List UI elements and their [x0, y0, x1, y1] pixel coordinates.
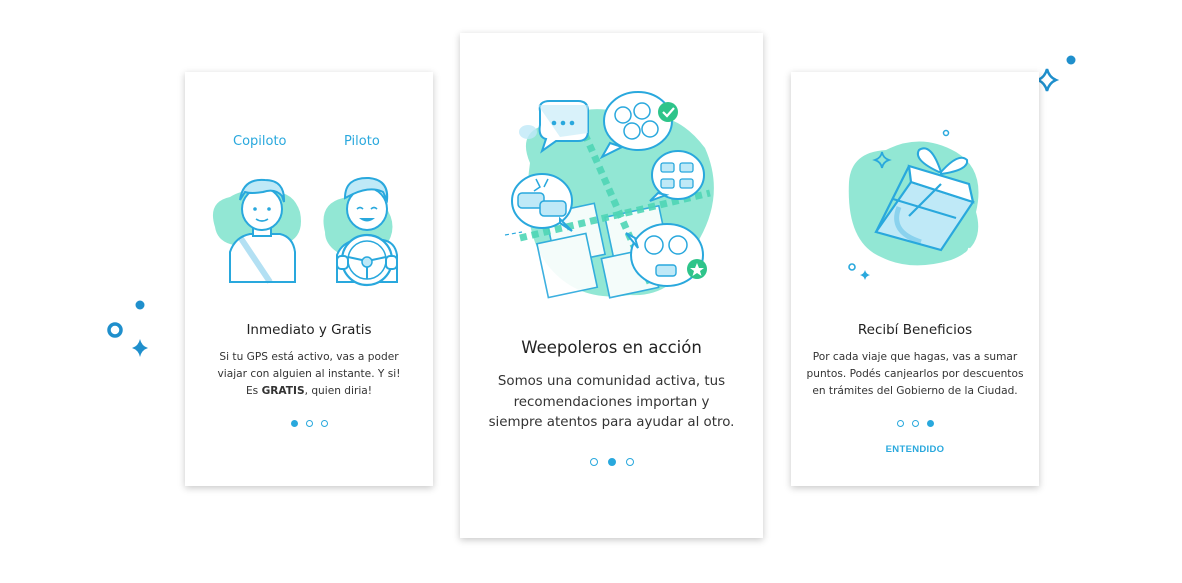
description-text: Es: [245, 385, 262, 397]
page-dot-1[interactable]: [290, 420, 298, 427]
decor-ring-icon: [107, 322, 123, 338]
car-bubble-icon: [511, 173, 573, 232]
entendido-button[interactable]: ENTENDIDO: [791, 444, 1039, 455]
description-line: puntos. Podés canjearlos por descuentos: [806, 368, 1024, 380]
community-map-illustration: [504, 91, 714, 299]
sparkle-icon: [132, 339, 148, 357]
description-line: siempre atentos para ayudar al otro.: [488, 415, 735, 430]
page-dot-3[interactable]: [320, 420, 328, 427]
gratis-highlight: GRATIS: [261, 385, 305, 397]
page-indicator: [185, 420, 433, 427]
description-line: Es GRATIS, quien diria!: [199, 383, 419, 400]
onboarding-card-2: Weepoleros en acción Somos una comunidad…: [460, 33, 763, 538]
card-title: Inmediato y Gratis: [246, 322, 372, 338]
decor-dot-icon: [942, 129, 950, 137]
onboarding-card-1: Copiloto Piloto Inmediato y Gratis Si tu…: [185, 72, 433, 486]
decor-ring-icon: [848, 263, 856, 271]
onboarding-card-3: Recibí Beneficios Por cada viaje que hag…: [791, 72, 1039, 486]
decor-dot-icon: [135, 300, 145, 310]
description-line: Si tu GPS está activo, vas a poder: [219, 351, 399, 363]
page-dot-2[interactable]: [305, 420, 313, 427]
description-line: en trámites del Gobierno de la Ciudad.: [812, 385, 1018, 397]
description-line: recomendaciones importan y: [513, 394, 710, 410]
pilot-icon: [323, 176, 398, 287]
copilot-pilot-illustration: [212, 176, 398, 287]
steering-wheel-icon: [340, 233, 394, 287]
page-dot-1[interactable]: [589, 458, 598, 466]
description-line: Somos una comunidad activa, tus: [497, 374, 726, 389]
card-title: Weepoleros en acción: [521, 338, 702, 357]
check-badge-icon: [658, 102, 678, 122]
page-dot-2[interactable]: [607, 458, 616, 466]
description-line: Por cada viaje que hagas, vas a sumar: [812, 351, 1018, 363]
card-description: Por cada viaje que hagas, vas a sumar pu…: [805, 349, 1025, 400]
page-dot-1[interactable]: [896, 420, 904, 427]
description-text: , quien diria!: [304, 385, 373, 397]
copilot-icon: [212, 178, 301, 284]
decor-left: [107, 300, 148, 357]
card-description: Si tu GPS está activo, vas a poder viaja…: [199, 349, 419, 400]
star-badge-icon: [687, 259, 707, 279]
gift-illustration: [848, 129, 979, 280]
sparkle-icon: [1034, 68, 1060, 92]
page-indicator: [460, 458, 763, 466]
sparkle-icon: [860, 270, 870, 280]
page-dot-3[interactable]: [625, 458, 634, 466]
decor-dot-icon: [1066, 55, 1076, 65]
card-description: Somos una comunidad activa, tus recomend…: [480, 372, 743, 434]
page-dot-2[interactable]: [911, 420, 919, 427]
page-indicator: [791, 420, 1039, 427]
page-dot-3[interactable]: [926, 420, 934, 427]
description-line: viajar con alguien al instante. Y si!: [217, 368, 401, 380]
card-title: Recibí Beneficios: [857, 322, 973, 338]
cars-bubble-icon: [649, 150, 705, 202]
